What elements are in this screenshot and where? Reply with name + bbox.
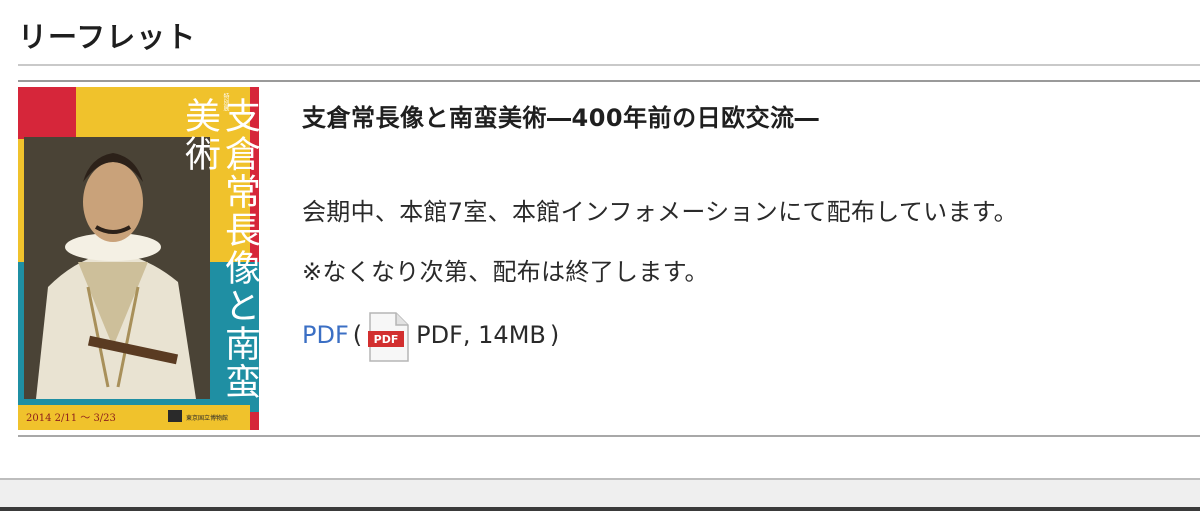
divider-bottom (18, 435, 1200, 437)
paren-open: ( (352, 321, 363, 349)
leaflet-title: 支倉常長像と南蛮美術―400年前の日欧交流― (302, 104, 820, 132)
pdf-download-row: PDF ( PDF PDF, 14MB ) (302, 310, 563, 363)
distribution-text: 会期中、本館7室、本館インフォメーションにて配布しています。 (302, 198, 1018, 226)
section-title: リーフレット (18, 20, 197, 54)
footer-band (0, 478, 1200, 511)
availability-note: ※なくなり次第、配布は終了します。 (302, 258, 709, 286)
poster-title: 支倉常長像と南蛮美術 (179, 97, 259, 401)
leaflet-thumbnail[interactable]: 2014 2/11 ～ 3/23 東京国立博物館 特別展 支倉常長像と南蛮美術 (18, 87, 259, 430)
pdf-file-meta: PDF, 14MB (416, 321, 546, 349)
paren-close: ) (549, 321, 560, 349)
svg-text:2014 2/11 ～ 3/23: 2014 2/11 ～ 3/23 (26, 413, 116, 424)
divider-top (18, 64, 1200, 66)
pdf-icon-label: PDF (374, 333, 399, 346)
divider-frame (18, 80, 1200, 82)
pdf-download-link[interactable]: PDF (302, 321, 349, 349)
pdf-file-icon: PDF (368, 311, 410, 363)
